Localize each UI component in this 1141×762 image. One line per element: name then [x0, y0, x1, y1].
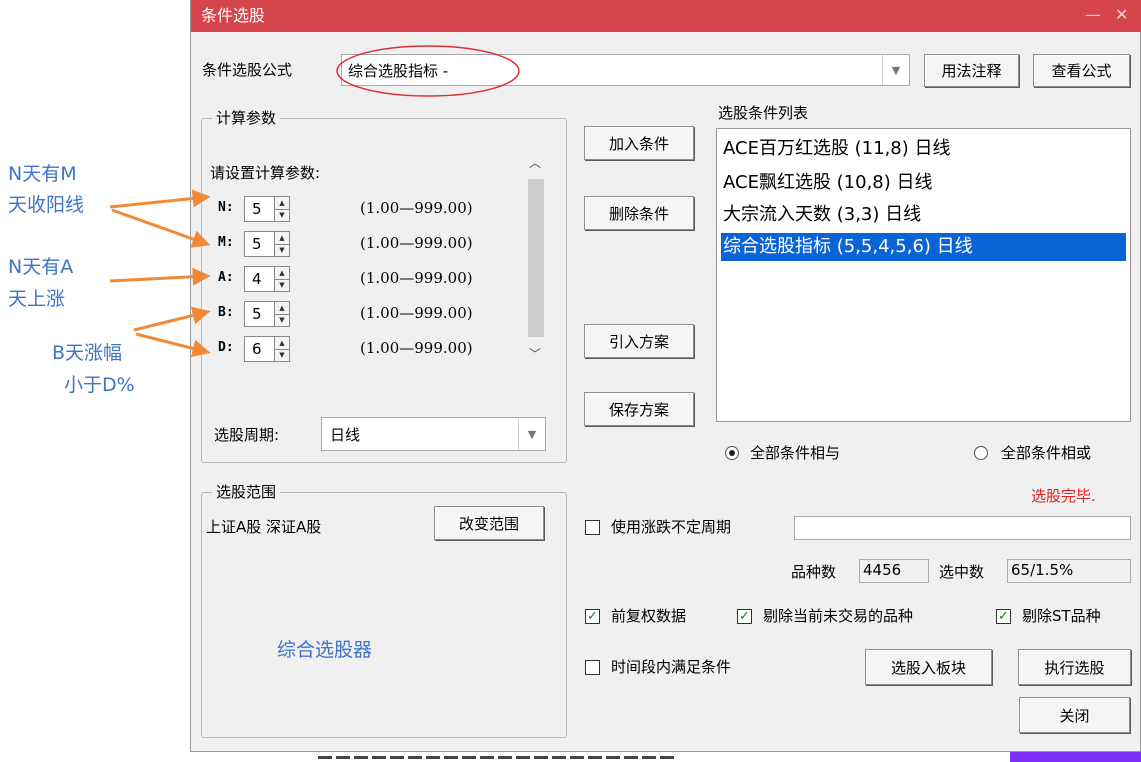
arrow-to-a — [109, 267, 211, 286]
highlight-circle — [336, 45, 520, 97]
arrow-to-b — [133, 306, 211, 332]
annotation-arrows — [109, 189, 211, 358]
annotation-overlay — [109, 45, 520, 358]
arrow-to-m — [111, 208, 211, 248]
arrow-to-n — [109, 189, 211, 209]
arrow-to-d — [135, 332, 211, 358]
